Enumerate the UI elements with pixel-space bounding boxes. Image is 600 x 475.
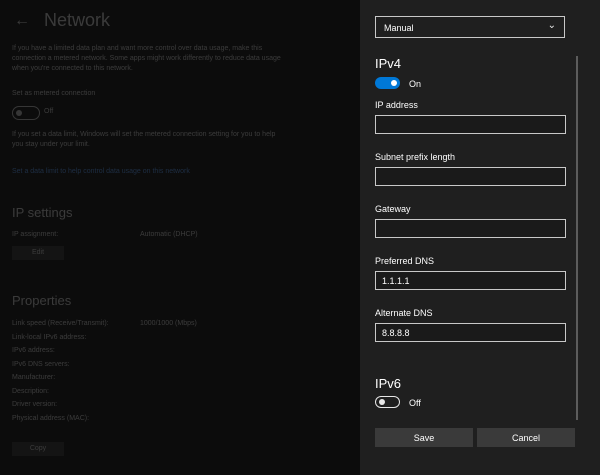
property-label: Manufacturer: <box>12 374 56 381</box>
ip-assignment-label: IP assignment: <box>12 231 59 238</box>
page-title: Network <box>44 10 111 30</box>
chevron-down-icon: ⌄ <box>547 20 556 31</box>
alternate-dns-label: Alternate DNS <box>375 308 433 318</box>
data-limit-link[interactable]: Set a data limit to help control data us… <box>12 168 190 175</box>
copy-button[interactable]: Copy <box>12 442 64 456</box>
edit-button[interactable]: Edit <box>12 246 64 260</box>
subnet-prefix-label: Subnet prefix length <box>375 152 456 162</box>
data-limit-description: If you set a data limit, Windows will se… <box>12 131 276 148</box>
ip-settings-heading: IP settings <box>12 205 73 220</box>
property-row: IPv6 address: <box>12 347 272 354</box>
metered-toggle-state: Off <box>44 108 54 115</box>
property-row: Manufacturer: <box>12 374 272 381</box>
panel-scrollbar[interactable] <box>576 56 578 420</box>
ipv4-heading: IPv4 <box>375 56 402 71</box>
preferred-dns-label: Preferred DNS <box>375 256 435 266</box>
property-row: Link-local IPv6 address: <box>12 334 272 341</box>
property-label: Link-local IPv6 address: <box>12 333 87 341</box>
ipv6-toggle-state: Off <box>409 398 421 408</box>
ipv4-toggle[interactable] <box>375 77 400 89</box>
ipv6-toggle[interactable] <box>375 396 400 408</box>
metered-label: Set as metered connection <box>12 90 96 97</box>
property-label: Description: <box>12 387 49 395</box>
property-label: Driver version: <box>12 401 58 408</box>
save-button[interactable]: Save <box>375 428 473 447</box>
property-label: Physical address (MAC): <box>12 414 90 422</box>
property-label: Link speed (Receive/Transmit): <box>12 320 109 327</box>
ip-assignment-value: Automatic (DHCP) <box>140 231 198 238</box>
cancel-button[interactable]: Cancel <box>477 428 575 447</box>
ipv6-heading: IPv6 <box>375 376 402 391</box>
property-value: 1000/1000 (Mbps) <box>140 320 197 327</box>
ipv4-toggle-knob <box>391 80 397 86</box>
property-label: IPv6 DNS servers: <box>12 360 70 368</box>
gateway-label: Gateway <box>375 204 411 214</box>
ipv6-toggle-knob <box>379 399 385 405</box>
page-header: ← Network <box>14 10 110 31</box>
property-row: IPv6 DNS servers: <box>12 361 272 368</box>
alternate-dns-input[interactable] <box>375 323 566 342</box>
preferred-dns-input[interactable] <box>375 271 566 290</box>
ip-address-input[interactable] <box>375 115 566 134</box>
ipv4-toggle-state: On <box>409 79 422 89</box>
ip-address-label: IP address <box>375 100 418 110</box>
properties-heading: Properties <box>12 293 72 308</box>
property-row: Driver version: <box>12 401 272 408</box>
back-arrow-icon[interactable]: ← <box>14 12 30 30</box>
gateway-input[interactable] <box>375 219 566 238</box>
metered-toggle[interactable] <box>12 106 40 120</box>
property-label: IPv6 address: <box>12 347 55 354</box>
subnet-prefix-input[interactable] <box>375 167 566 186</box>
edit-ip-settings-panel: Manual ⌄ IPv4 On IP address Subnet prefi… <box>360 0 600 475</box>
ip-mode-value: Manual <box>384 23 414 33</box>
metered-description: If you have a limited data plan and want… <box>12 45 281 72</box>
property-row: Link speed (Receive/Transmit): 1000/1000 … <box>12 320 272 327</box>
panel-scroll-area: Manual ⌄ IPv4 On IP address Subnet prefi… <box>360 0 592 420</box>
ip-assignment-row: IP assignment: Automatic (DHCP) <box>12 231 272 238</box>
ip-mode-dropdown[interactable]: Manual ⌄ <box>375 16 565 38</box>
property-row: Physical address (MAC): <box>12 415 272 422</box>
property-row: Description: <box>12 388 272 395</box>
